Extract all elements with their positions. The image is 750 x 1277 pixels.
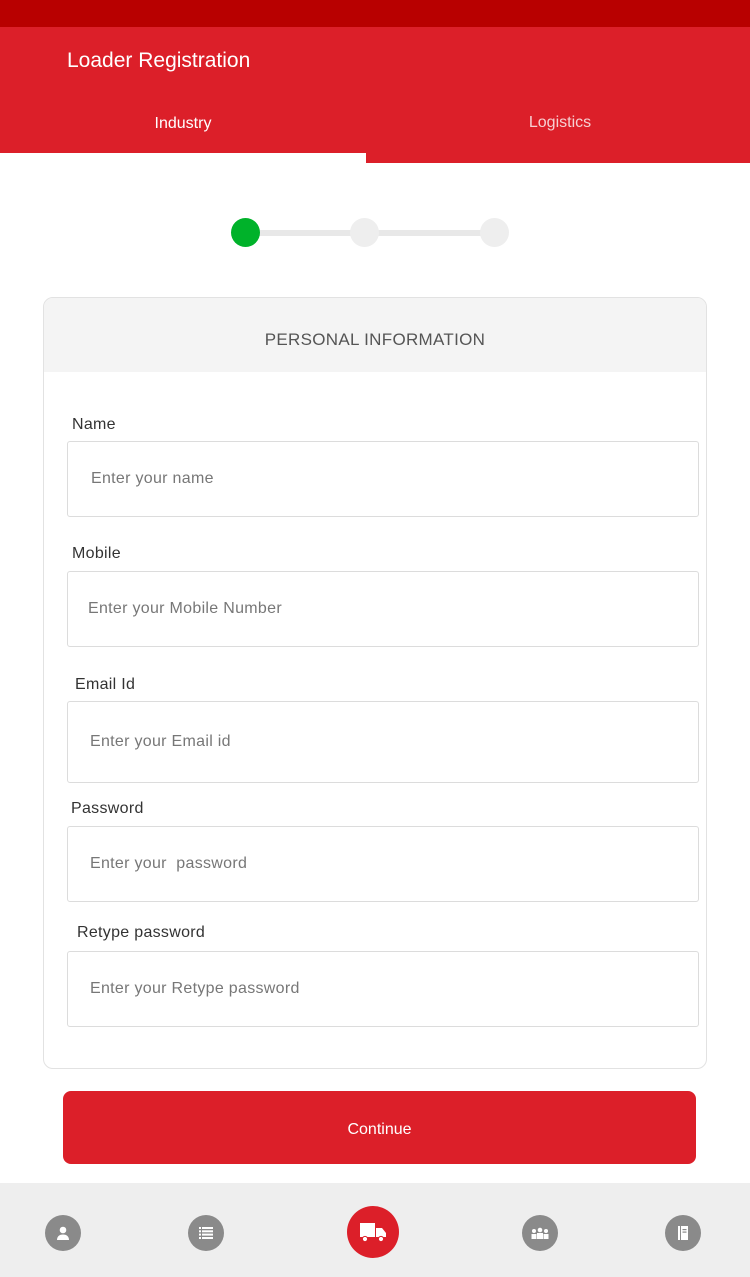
step-2 (350, 218, 379, 247)
tab-logistics[interactable]: Logistics (375, 114, 745, 132)
status-bar (0, 0, 750, 27)
name-label: Name (72, 416, 116, 433)
nav-profile[interactable] (45, 1215, 81, 1251)
nav-groups[interactable] (522, 1215, 558, 1251)
group-icon (531, 1227, 549, 1239)
tab-logistics-indicator (366, 153, 750, 163)
step-1-active (231, 218, 260, 247)
step-connector (371, 230, 491, 236)
notebook-icon (678, 1226, 688, 1240)
app-bar: Loader Registration Industry Logistics (0, 27, 750, 153)
retype-password-input[interactable]: Enter your Retype password (67, 951, 699, 1027)
bottom-nav (0, 1183, 750, 1277)
nav-truck[interactable] (347, 1206, 399, 1258)
password-label: Password (71, 800, 144, 817)
email-label: Email Id (75, 676, 136, 693)
page-title: Loader Registration (67, 49, 251, 72)
truck-icon (360, 1223, 386, 1243)
email-input[interactable]: Enter your Email id (67, 701, 699, 783)
mobile-label: Mobile (72, 545, 121, 562)
tab-industry[interactable]: Industry (0, 115, 366, 133)
retype-password-label: Retype password (77, 924, 206, 941)
step-3 (480, 218, 509, 247)
continue-button[interactable]: Continue (63, 1091, 696, 1164)
list-icon (199, 1227, 213, 1239)
card-title: PERSONAL INFORMATION (44, 298, 706, 372)
nav-list[interactable] (188, 1215, 224, 1251)
personal-info-card: PERSONAL INFORMATION Name Enter your nam… (43, 297, 707, 1069)
mobile-input[interactable]: Enter your Mobile Number (67, 571, 699, 647)
name-input[interactable]: Enter your name (67, 441, 699, 517)
nav-notebook[interactable] (665, 1215, 701, 1251)
person-icon (57, 1226, 69, 1240)
password-input[interactable]: Enter your password (67, 826, 699, 902)
progress-stepper (231, 218, 509, 248)
